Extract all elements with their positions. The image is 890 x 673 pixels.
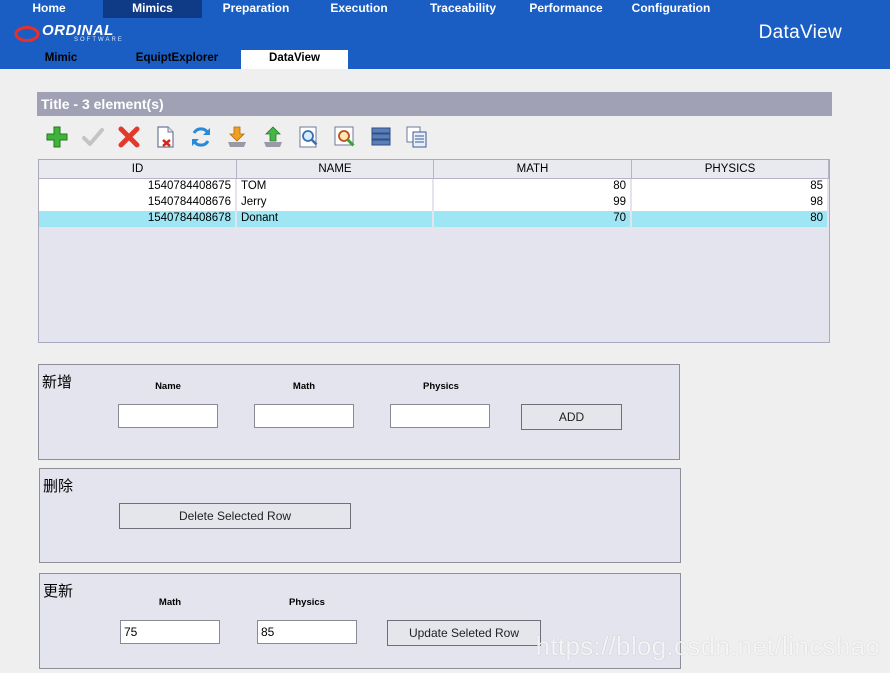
cell-physics: 98 <box>632 195 829 211</box>
brand-tagline: SOFTWARE <box>74 37 124 43</box>
delete-selected-row-button[interactable]: Delete Selected Row <box>119 503 351 529</box>
cell-id: 1540784408678 <box>39 211 237 227</box>
delete-document-icon[interactable] <box>152 124 178 150</box>
refresh-icon[interactable] <box>188 124 214 150</box>
update-physics-input[interactable] <box>257 620 357 644</box>
add-form-title: 新增 <box>42 373 73 391</box>
nav-home[interactable]: Home <box>0 0 98 18</box>
database-icon[interactable] <box>368 124 394 150</box>
name-input[interactable] <box>118 404 218 428</box>
search-icon[interactable] <box>296 124 322 150</box>
copy-icon[interactable] <box>404 124 430 150</box>
cell-math: 99 <box>434 195 632 211</box>
cell-physics: 85 <box>632 179 829 195</box>
app-title: DataView <box>758 22 842 43</box>
col-header-name[interactable]: NAME <box>237 160 434 179</box>
cell-math: 70 <box>434 211 632 227</box>
table-row[interactable]: 1540784408675 TOM 80 85 <box>39 179 829 195</box>
cell-physics: 80 <box>632 211 829 227</box>
cell-name: Donant <box>237 211 434 227</box>
cell-name: Jerry <box>237 195 434 211</box>
watermark: https://blog.csdn.net/lincshao <box>535 631 880 661</box>
tab-equipt-explorer[interactable]: EquiptExplorer <box>118 50 236 69</box>
nav-mimics[interactable]: Mimics <box>103 0 202 18</box>
update-form-title: 更新 <box>43 582 74 600</box>
update-physics-label: Physics <box>289 597 325 608</box>
col-header-physics[interactable]: PHYSICS <box>632 160 829 179</box>
add-button[interactable]: ADD <box>521 404 622 430</box>
cell-id: 1540784408676 <box>39 195 237 211</box>
nav-execution[interactable]: Execution <box>309 0 409 18</box>
add-icon[interactable] <box>44 124 70 150</box>
update-math-label: Math <box>158 597 182 608</box>
name-label: Name <box>155 381 181 392</box>
confirm-icon[interactable] <box>80 124 106 150</box>
math-label: Math <box>292 381 316 392</box>
col-header-id[interactable]: ID <box>39 160 237 179</box>
cell-name: TOM <box>237 179 434 195</box>
panel-title: Title - 3 element(s) <box>37 92 832 116</box>
update-math-input[interactable] <box>120 620 220 644</box>
cell-id: 1540784408675 <box>39 179 237 195</box>
grid-header: ID NAME MATH PHYSICS <box>39 160 829 179</box>
table-row-selected[interactable]: 1540784408678 Donant 70 80 <box>39 211 829 227</box>
delete-icon[interactable] <box>116 124 142 150</box>
nav-traceability[interactable]: Traceability <box>413 0 513 18</box>
ordinal-logo-icon <box>14 26 40 42</box>
col-header-math[interactable]: MATH <box>434 160 632 179</box>
table-row[interactable]: 1540784408676 Jerry 99 98 <box>39 195 829 211</box>
physics-input[interactable] <box>390 404 490 428</box>
tab-dataview[interactable]: DataView <box>241 50 348 69</box>
download-icon[interactable] <box>224 124 250 150</box>
top-nav: Home Mimics Preparation Execution Tracea… <box>0 0 890 18</box>
sub-nav: Mimic EquiptExplorer DataView <box>0 50 890 69</box>
tab-mimic[interactable]: Mimic <box>20 50 102 69</box>
cell-math: 80 <box>434 179 632 195</box>
upload-icon[interactable] <box>260 124 286 150</box>
add-form: 新增 Name Math Physics ADD <box>38 364 680 460</box>
app-header: Home Mimics Preparation Execution Tracea… <box>0 0 890 69</box>
update-selected-row-button[interactable]: Update Seleted Row <box>387 620 541 646</box>
delete-form: 删除 Delete Selected Row <box>39 468 681 563</box>
nav-configuration[interactable]: Configuration <box>620 0 722 18</box>
delete-form-title: 删除 <box>43 477 74 495</box>
math-input[interactable] <box>254 404 354 428</box>
nav-preparation[interactable]: Preparation <box>206 0 306 18</box>
nav-performance[interactable]: Performance <box>516 0 616 18</box>
search-image-icon[interactable] <box>332 124 358 150</box>
physics-label: Physics <box>423 381 459 392</box>
data-grid: ID NAME MATH PHYSICS 1540784408675 TOM 8… <box>38 159 830 343</box>
brand-logo: ORDINAL SOFTWARE <box>14 22 134 45</box>
